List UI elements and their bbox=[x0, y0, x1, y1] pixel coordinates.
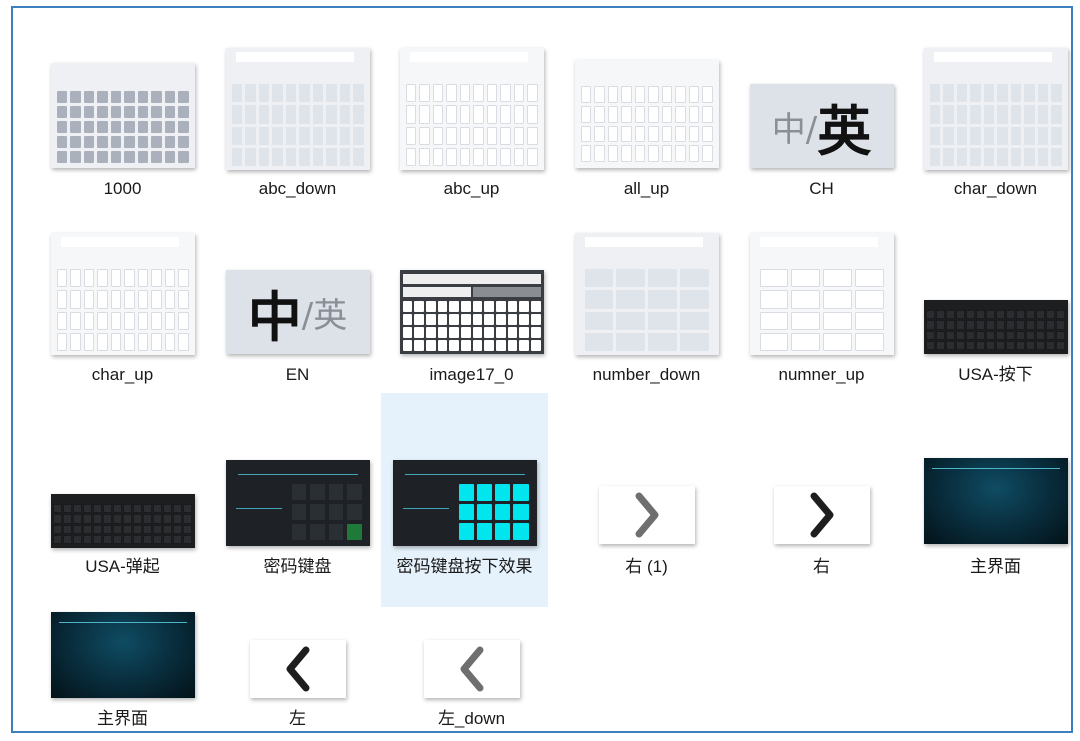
file-item-usa-pressed[interactable]: USA-按下 bbox=[913, 228, 1071, 393]
file-item-main-screen-2[interactable]: 主界面 bbox=[40, 608, 205, 731]
file-item-ch[interactable]: 中/ 英 CH bbox=[739, 48, 904, 208]
password-keypad-thumbnail-icon bbox=[225, 460, 370, 546]
file-label: 1000 bbox=[103, 179, 142, 198]
keyboard-dark-thumbnail-icon bbox=[399, 270, 544, 354]
file-label: char_up bbox=[91, 365, 154, 384]
file-label: 左_down bbox=[437, 709, 506, 728]
file-item-left-down[interactable]: 左_down bbox=[389, 608, 554, 731]
file-label: USA-弹起 bbox=[85, 557, 160, 576]
language-toggle-thumbnail-icon: 中 /英 bbox=[225, 270, 370, 354]
chevron-right-thumbnail-icon bbox=[598, 486, 695, 544]
file-item-char-up[interactable]: char_up bbox=[40, 228, 205, 393]
keyboard-white-thumbnail-icon bbox=[574, 60, 719, 168]
file-label: CH bbox=[809, 179, 834, 198]
keyboard-black-thumbnail-icon bbox=[923, 300, 1068, 354]
file-label: numner_up bbox=[778, 365, 865, 384]
keyboard-white-thumbnail-icon bbox=[399, 48, 544, 170]
file-item-right[interactable]: 右 bbox=[739, 398, 904, 612]
language-toggle-thumbnail-icon: 中/ 英 bbox=[749, 84, 894, 168]
file-label: abc_up bbox=[443, 179, 500, 198]
file-item-left[interactable]: 左 bbox=[215, 608, 380, 731]
file-label: char_down bbox=[953, 179, 1038, 198]
file-label: USA-按下 bbox=[958, 365, 1033, 384]
file-item-abc-down[interactable]: abc_down bbox=[215, 48, 380, 208]
file-label: 密码键盘按下效果 bbox=[396, 557, 533, 576]
keyboard-white-thumbnail-icon bbox=[50, 233, 195, 355]
numpad-white-thumbnail-icon bbox=[749, 233, 894, 355]
main-screen-thumbnail-icon bbox=[923, 458, 1068, 544]
file-item-1000[interactable]: 1000 bbox=[40, 48, 205, 208]
file-item-password-keypad[interactable]: 密码键盘 bbox=[215, 398, 380, 612]
chevron-left-thumbnail-icon bbox=[249, 640, 346, 698]
lang-small-text: /英 bbox=[301, 295, 348, 336]
file-item-char-down[interactable]: char_down bbox=[913, 48, 1071, 208]
file-item-numner-up[interactable]: numner_up bbox=[739, 228, 904, 393]
file-item-en[interactable]: 中 /英 EN bbox=[215, 228, 380, 393]
file-explorer-window: 1000 abc_down abc_up all_up 中/ 英 CH char… bbox=[11, 6, 1073, 733]
password-keypad-pressed-thumbnail-icon bbox=[392, 460, 537, 546]
file-label: 左 bbox=[289, 709, 306, 728]
file-label: 密码键盘 bbox=[263, 557, 332, 576]
file-item-usa-released[interactable]: USA-弹起 bbox=[40, 398, 205, 612]
chevron-left-thumbnail-icon bbox=[423, 640, 520, 698]
file-label: 主界面 bbox=[970, 557, 1021, 576]
file-item-number-down[interactable]: number_down bbox=[564, 228, 729, 393]
file-item-main-screen[interactable]: 主界面 bbox=[913, 398, 1071, 612]
file-label: EN bbox=[285, 365, 310, 384]
file-label: number_down bbox=[592, 365, 701, 384]
keyboard-gray-thumbnail-icon bbox=[50, 63, 195, 168]
lang-big-text: 英 bbox=[817, 99, 872, 163]
file-label: abc_down bbox=[258, 179, 337, 198]
file-item-right-1[interactable]: 右 (1) bbox=[564, 398, 729, 612]
file-item-image17-0[interactable]: image17_0 bbox=[389, 228, 554, 393]
file-label: 主界面 bbox=[97, 709, 148, 728]
file-item-abc-up[interactable]: abc_up bbox=[389, 48, 554, 208]
numpad-light-thumbnail-icon bbox=[574, 233, 719, 355]
keyboard-black-thumbnail-icon bbox=[50, 494, 195, 548]
lang-small-text: 中/ bbox=[771, 109, 818, 150]
lang-big-text: 中 bbox=[247, 285, 302, 349]
icon-grid: 1000 abc_down abc_up all_up 中/ 英 CH char… bbox=[13, 8, 1071, 731]
file-label: image17_0 bbox=[429, 365, 514, 384]
main-screen-thumbnail-icon bbox=[50, 612, 195, 698]
keyboard-light-thumbnail-icon bbox=[225, 48, 370, 170]
file-item-all-up[interactable]: all_up bbox=[564, 48, 729, 208]
file-label: all_up bbox=[623, 179, 670, 198]
file-label: 右 bbox=[813, 557, 830, 576]
chevron-right-thumbnail-icon bbox=[773, 486, 870, 544]
keyboard-light-thumbnail-icon bbox=[923, 48, 1068, 170]
file-label: 右 (1) bbox=[625, 557, 668, 576]
file-item-password-keypad-pressed[interactable]: 密码键盘按下效果 bbox=[381, 393, 548, 607]
